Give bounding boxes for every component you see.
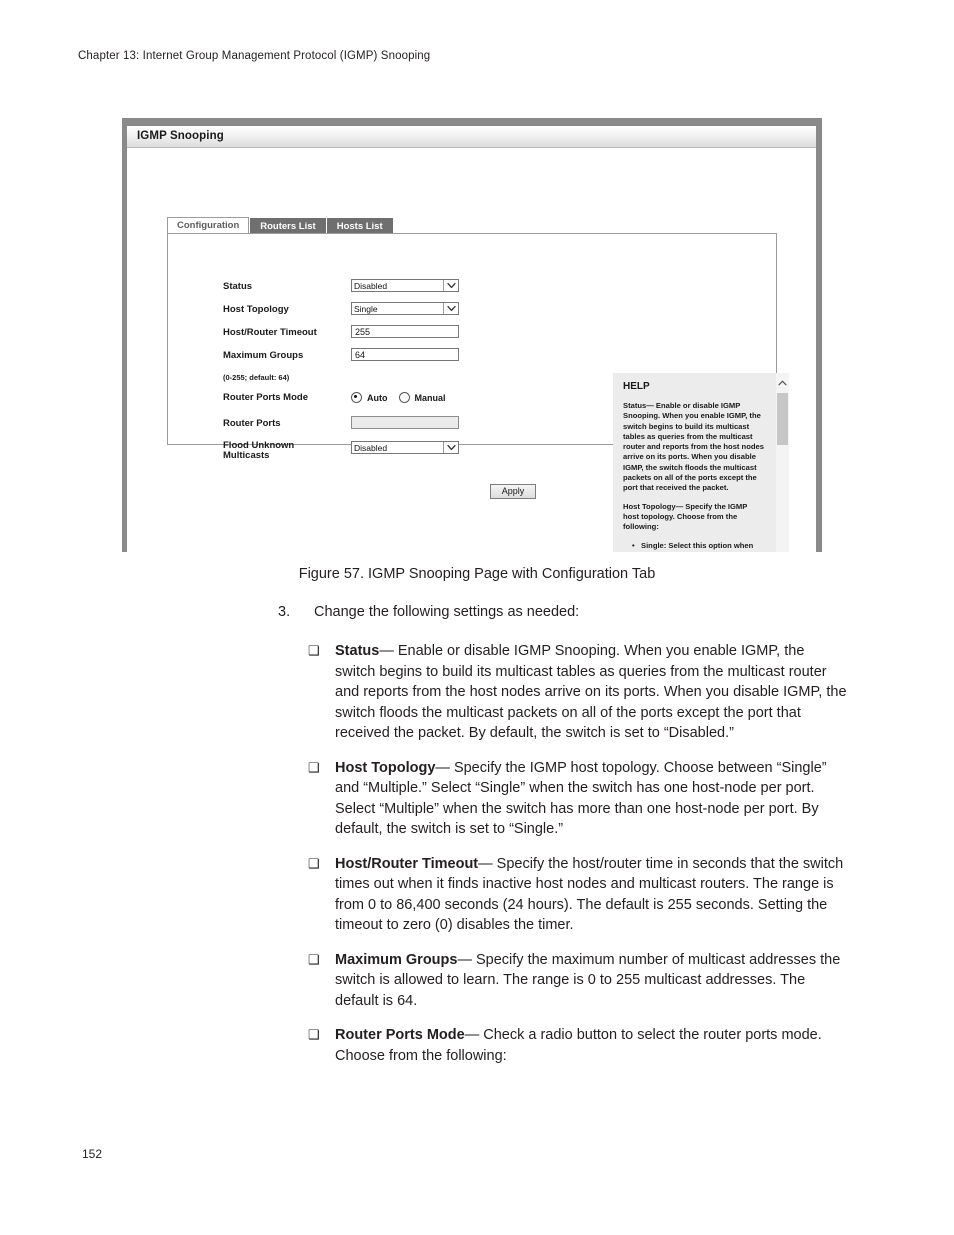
- radio-auto-label: Auto: [367, 392, 388, 403]
- chevron-down-icon[interactable]: [443, 442, 458, 453]
- form-row-maximum-groups-hint: (0-255; default: 64): [223, 371, 483, 389]
- host-topology-value: Single: [354, 304, 378, 314]
- bullet-router-ports-mode: ❑ Router Ports Mode— Check a radio butto…: [308, 1025, 848, 1066]
- configuration-tab-panel: Status Disabled Host Topology Single Hos…: [167, 233, 789, 552]
- tab-hosts-list[interactable]: Hosts List: [326, 218, 393, 234]
- bullet-host-topology: ❑ Host Topology— Specify the IGMP host t…: [308, 758, 848, 840]
- bullet-maximum-groups: ❑ Maximum Groups— Specify the maximum nu…: [308, 950, 848, 1012]
- radio-manual[interactable]: [398, 392, 410, 403]
- help-scrollbar[interactable]: [776, 373, 789, 552]
- router-ports-input[interactable]: [351, 416, 459, 429]
- bullet-term-router-ports-mode: Router Ports Mode: [335, 1027, 465, 1043]
- router-ports-mode-label: Router Ports Mode: [223, 392, 308, 403]
- chevron-down-icon[interactable]: [443, 303, 458, 314]
- scroll-up-icon[interactable]: [776, 376, 789, 390]
- flood-unknown-multicasts-label: Flood Unknown Multicasts: [223, 441, 294, 461]
- maximum-groups-label: Maximum Groups: [223, 350, 304, 361]
- scrollbar-thumb[interactable]: [777, 393, 788, 445]
- maximum-groups-hint: (0-255; default: 64): [223, 373, 290, 382]
- configuration-form: Status Disabled Host Topology Single Hos…: [223, 279, 483, 468]
- help-text-status: Enable or disable IGMP Snooping. When yo…: [623, 401, 764, 493]
- form-row-flood-unknown-multicasts: Flood Unknown Multicasts Disabled: [223, 441, 483, 467]
- host-topology-label: Host Topology: [223, 304, 289, 315]
- bullet-term-status: Status: [335, 643, 380, 659]
- form-row-host-topology: Host Topology Single: [223, 302, 483, 324]
- help-panel: HELP Status— Enable or disable IGMP Snoo…: [613, 373, 789, 552]
- figure-screenshot: IGMP Snooping Configuration Routers List…: [122, 118, 822, 552]
- bullet-marker-icon: ❑: [308, 1027, 320, 1042]
- bullet-body-maximum-groups: Maximum Groups— Specify the maximum numb…: [335, 950, 848, 1012]
- router-ports-mode-radio-group: Auto Manual: [351, 391, 452, 404]
- router-ports-label: Router Ports: [223, 418, 281, 429]
- bullet-marker-icon: ❑: [308, 855, 320, 871]
- help-paragraph-status: Status— Enable or disable IGMP Snooping.…: [623, 401, 765, 494]
- bullet-term-host-router-timeout: Host/Router Timeout: [335, 855, 479, 872]
- form-row-host-router-timeout: Host/Router Timeout 255: [223, 325, 483, 347]
- step-number: 3.: [278, 604, 291, 620]
- help-title: HELP: [623, 381, 650, 392]
- help-bullet-list: Single: Select this option when the swit…: [623, 541, 765, 552]
- window-frame-top: [122, 118, 822, 126]
- bullet-marker-icon: ❑: [308, 951, 320, 967]
- form-row-router-ports-mode: Router Ports Mode Auto Manual: [223, 390, 483, 415]
- host-router-timeout-input[interactable]: 255: [351, 325, 459, 338]
- host-topology-select[interactable]: Single: [351, 302, 459, 315]
- page-title: IGMP Snooping: [137, 130, 224, 142]
- form-row-router-ports: Router Ports: [223, 416, 483, 440]
- flood-unknown-multicasts-label-line2: Multicasts: [223, 450, 270, 461]
- running-header: Chapter 13: Internet Group Management Pr…: [78, 50, 431, 62]
- page-number: 152: [82, 1147, 103, 1161]
- status-value: Disabled: [354, 281, 388, 291]
- step-text: Change the following settings as needed:: [314, 604, 580, 620]
- help-term-status: Status—: [623, 401, 654, 410]
- help-bullet-single: Single: Select this option when the swit…: [632, 540, 765, 552]
- help-term-host-topology: Host Topology—: [623, 501, 684, 511]
- apply-button[interactable]: Apply: [490, 484, 536, 499]
- bullet-text-status: — Enable or disable IGMP Snooping. When …: [335, 643, 847, 741]
- bullet-term-host-topology: Host Topology: [335, 759, 436, 776]
- bullet-body-host-router-timeout: Host/Router Timeout— Specify the host/ro…: [335, 854, 848, 936]
- host-router-timeout-value: 255: [355, 327, 371, 337]
- app-content-area: IGMP Snooping Configuration Routers List…: [127, 126, 816, 552]
- settings-bullet-list: ❑ Status— Enable or disable IGMP Snoopin…: [308, 641, 848, 1080]
- page-titlebar: IGMP Snooping: [127, 126, 816, 148]
- window-frame-right: [816, 118, 822, 552]
- form-row-status: Status Disabled: [223, 279, 483, 301]
- bullet-marker-icon: ❑: [308, 643, 320, 658]
- bullet-body-host-topology: Host Topology— Specify the IGMP host top…: [335, 758, 848, 840]
- chevron-down-icon[interactable]: [443, 280, 458, 291]
- flood-unknown-multicasts-select[interactable]: Disabled: [351, 441, 459, 454]
- help-body: Status— Enable or disable IGMP Snooping.…: [623, 401, 765, 552]
- status-label: Status: [223, 281, 253, 292]
- help-bullet-term-single: Single: [641, 540, 664, 550]
- tabstrip: Configuration Routers List Hosts List: [167, 216, 394, 234]
- maximum-groups-value: 64: [355, 350, 366, 360]
- step-3: 3. Change the following settings as need…: [278, 604, 848, 620]
- figure-caption: Figure 57. IGMP Snooping Page with Confi…: [298, 566, 656, 582]
- host-router-timeout-label: Host/Router Timeout: [223, 327, 317, 338]
- bullet-body-router-ports-mode: Router Ports Mode— Check a radio button …: [335, 1025, 848, 1066]
- bullet-host-router-timeout: ❑ Host/Router Timeout— Specify the host/…: [308, 854, 848, 936]
- bullet-body-status: Status— Enable or disable IGMP Snooping.…: [335, 641, 848, 744]
- form-row-maximum-groups: Maximum Groups 64: [223, 348, 483, 370]
- flood-unknown-multicasts-value: Disabled: [354, 443, 388, 453]
- tab-configuration[interactable]: Configuration: [167, 217, 250, 234]
- bullet-status: ❑ Status— Enable or disable IGMP Snoopin…: [308, 641, 848, 744]
- bullet-marker-icon: ❑: [308, 759, 320, 775]
- radio-manual-label: Manual: [414, 392, 446, 403]
- help-paragraph-host-topology: Host Topology— Specify the IGMP host top…: [623, 502, 765, 533]
- tab-routers-list[interactable]: Routers List: [250, 218, 326, 234]
- status-select[interactable]: Disabled: [351, 279, 459, 292]
- maximum-groups-input[interactable]: 64: [351, 348, 459, 361]
- radio-auto[interactable]: [351, 392, 362, 403]
- bullet-term-maximum-groups: Maximum Groups: [335, 951, 458, 968]
